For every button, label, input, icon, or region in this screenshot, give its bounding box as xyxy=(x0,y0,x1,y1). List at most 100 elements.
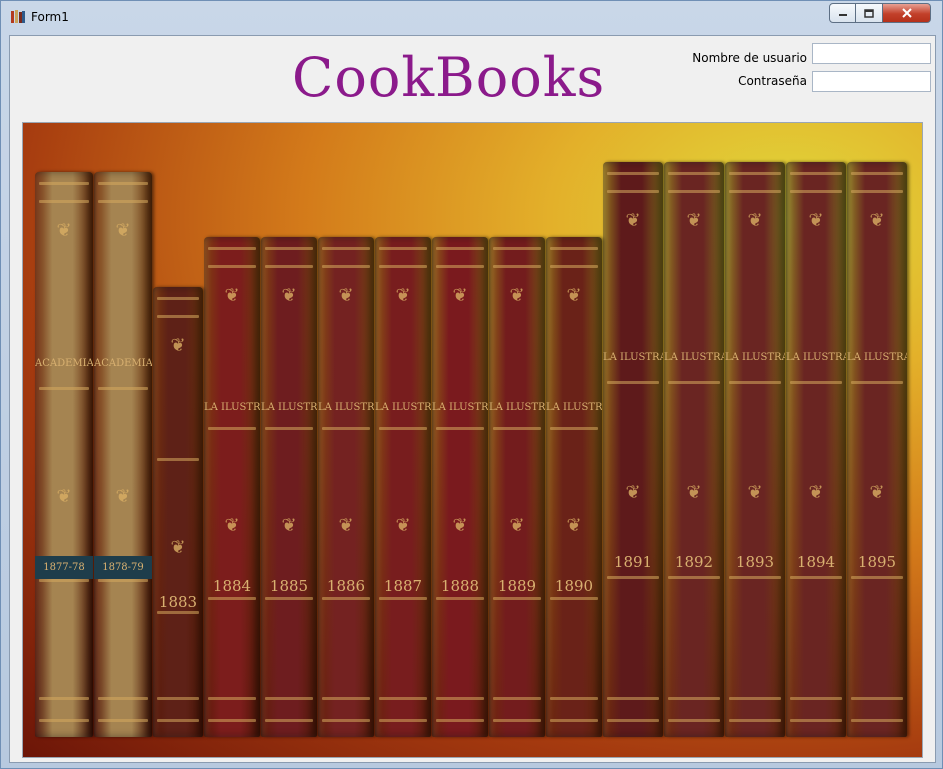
spine-band xyxy=(379,697,427,700)
spine-year: 1883 xyxy=(158,593,198,611)
spine-ornament: ❦ xyxy=(452,515,468,536)
spine-band xyxy=(98,719,148,722)
spine-band xyxy=(98,387,148,390)
spine-band xyxy=(550,265,598,268)
spine-title: LA ILUSTRACION IBERICA xyxy=(204,402,260,413)
spine-year: 1878-79 xyxy=(94,556,152,579)
spine-ornament: ❦ xyxy=(566,515,582,536)
spine-band xyxy=(208,697,256,700)
spine-ornament: ❦ xyxy=(625,210,641,231)
spine-band xyxy=(157,697,199,700)
spine-band xyxy=(39,579,89,582)
spine-band xyxy=(436,597,484,600)
book-spine: ❦ ❦ LA ILUSTRACION IBERICA 1889 xyxy=(489,237,545,737)
spine-band xyxy=(322,247,370,250)
book-spine: ❦ ❦ ACADEMIA 1878-79 xyxy=(94,172,152,737)
spine-band xyxy=(607,381,659,384)
spine-year: 1891 xyxy=(613,553,653,571)
main-window: Form1 CookBooks Nombre de usuario Contra… xyxy=(0,0,943,769)
spine-band xyxy=(98,182,148,185)
spine-band xyxy=(322,719,370,722)
spine-band xyxy=(208,427,256,430)
spine-band xyxy=(550,697,598,700)
spine-band xyxy=(436,247,484,250)
spine-ornament: ❦ xyxy=(224,515,240,536)
username-field[interactable] xyxy=(812,43,931,64)
spine-band xyxy=(208,247,256,250)
spine-band xyxy=(729,697,781,700)
book-spine: ❦ ❦ LA ILUSTRACION IBERICA 1887 xyxy=(375,237,431,737)
spine-year: 1887 xyxy=(383,577,423,595)
spine-ornament: ❦ xyxy=(395,515,411,536)
spine-ornament: ❦ xyxy=(115,486,131,507)
book-spine: ❦ ❦ LA ILUSTRACION IBERICA 1894 xyxy=(786,162,846,737)
spine-band xyxy=(607,190,659,193)
spine-band xyxy=(729,190,781,193)
book-spine: ❦ ❦ LA ILUSTRACION IBERICA 1888 xyxy=(432,237,488,737)
spine-ornament: ❦ xyxy=(869,210,885,231)
spine-ornament: ❦ xyxy=(747,482,763,503)
spine-band xyxy=(668,697,720,700)
spine-band xyxy=(550,719,598,722)
spine-title: LA ILUSTRACION IBERICA xyxy=(664,352,724,363)
title-bar[interactable]: Form1 xyxy=(1,1,942,31)
spine-year: 1893 xyxy=(735,553,775,571)
spine-band xyxy=(265,247,313,250)
spine-band xyxy=(607,719,659,722)
spine-band xyxy=(157,315,199,318)
app-books-icon[interactable] xyxy=(10,9,26,25)
book-spine: ❦ ❦ LA ILUSTRACION IBERICA 1884 xyxy=(204,237,260,737)
spine-band xyxy=(668,719,720,722)
spine-band xyxy=(851,576,903,579)
book-spine: ❦ ❦ LA ILUSTRACION IBERICA 1886 xyxy=(318,237,374,737)
spine-band xyxy=(790,190,842,193)
spine-title: LA ILUSTRACION IBERICA xyxy=(318,402,374,413)
spine-ornament: ❦ xyxy=(115,220,131,241)
spine-band xyxy=(98,697,148,700)
spine-band xyxy=(208,597,256,600)
spine-band xyxy=(436,265,484,268)
spine-ornament: ❦ xyxy=(338,515,354,536)
spine-band xyxy=(265,697,313,700)
minimize-button[interactable] xyxy=(829,3,856,23)
spine-band xyxy=(157,297,199,300)
spine-band xyxy=(493,247,541,250)
spine-band xyxy=(379,247,427,250)
spine-year: 1889 xyxy=(497,577,537,595)
spine-band xyxy=(493,427,541,430)
spine-band xyxy=(550,597,598,600)
spine-band xyxy=(39,200,89,203)
spine-year: 1890 xyxy=(554,577,594,595)
spine-band xyxy=(790,719,842,722)
spine-title: LA ILUSTRACION IBERICA xyxy=(546,402,602,413)
password-field[interactable] xyxy=(812,71,931,92)
app-logo: CookBooks xyxy=(292,46,606,109)
book-spine: ❦ ❦ ACADEMIA 1877-78 xyxy=(35,172,93,737)
spine-year: 1892 xyxy=(674,553,714,571)
spine-band xyxy=(39,697,89,700)
spine-ornament: ❦ xyxy=(509,285,525,306)
spine-band xyxy=(729,576,781,579)
spine-band xyxy=(379,427,427,430)
spine-year: 1884 xyxy=(212,577,252,595)
password-label: Contraseña xyxy=(738,74,807,88)
close-button[interactable] xyxy=(883,3,931,23)
spine-band xyxy=(265,265,313,268)
spine-band xyxy=(790,576,842,579)
spine-title: LA ILUSTRACION IBERICA xyxy=(786,352,846,363)
maximize-button[interactable] xyxy=(856,3,883,23)
spine-band xyxy=(668,576,720,579)
spine-band xyxy=(668,190,720,193)
spine-band xyxy=(493,719,541,722)
spine-band xyxy=(790,381,842,384)
spine-band xyxy=(851,381,903,384)
spine-band xyxy=(607,576,659,579)
spine-band xyxy=(39,182,89,185)
spine-ornament: ❦ xyxy=(56,486,72,507)
spine-year: 1886 xyxy=(326,577,366,595)
spine-year: 1895 xyxy=(857,553,897,571)
spine-band xyxy=(208,719,256,722)
spine-ornament: ❦ xyxy=(452,285,468,306)
spine-band xyxy=(729,719,781,722)
spine-band xyxy=(436,697,484,700)
